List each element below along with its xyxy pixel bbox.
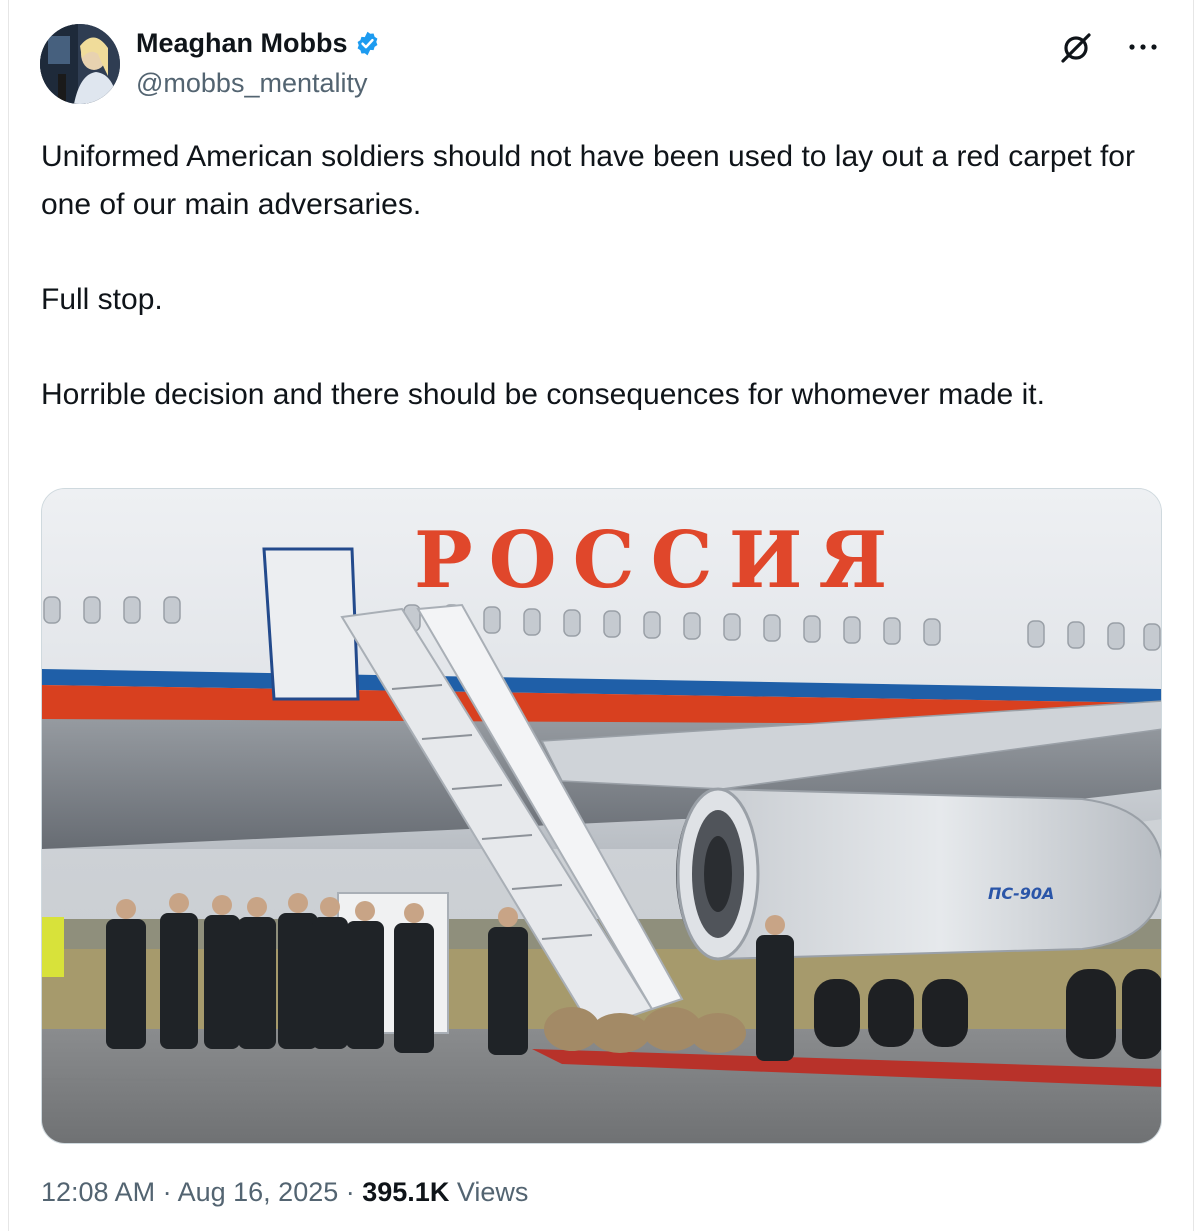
tweet-paragraph: Horrible decision and there should be co… xyxy=(41,377,1045,411)
tweet-header: Meaghan Mobbs @mobbs_mentality xyxy=(40,24,1160,108)
views-count: 395.1K xyxy=(362,1177,450,1207)
grok-icon[interactable] xyxy=(1058,30,1094,66)
engine-text: ПС-90А xyxy=(988,884,1054,903)
tweet-metadata: 12:08 AM · Aug 16, 2025 · 395.1K Views xyxy=(41,1177,528,1208)
tweet-media-image[interactable]: РОССИЯ ПС-90А xyxy=(41,488,1162,1144)
tweet-paragraph: Uniformed American soldiers should not h… xyxy=(41,140,1135,221)
more-options-icon[interactable] xyxy=(1126,32,1160,62)
verified-badge-icon xyxy=(354,30,381,57)
airplane-photo: РОССИЯ ПС-90А xyxy=(42,489,1161,1143)
tweet-text: Uniformed American soldiers should not h… xyxy=(41,133,1161,418)
name-row: Meaghan Mobbs xyxy=(136,28,381,59)
tweet-time[interactable]: 12:08 AM xyxy=(41,1177,155,1207)
tweet-paragraph: Full stop. xyxy=(41,282,163,316)
meta-separator: · xyxy=(338,1177,363,1207)
tweet-date[interactable]: Aug 16, 2025 xyxy=(178,1177,339,1207)
fuselage-text: РОССИЯ xyxy=(414,515,903,606)
author-display-name[interactable]: Meaghan Mobbs xyxy=(136,28,348,59)
views-label: Views xyxy=(449,1177,529,1207)
meta-separator: · xyxy=(155,1177,178,1207)
author-handle[interactable]: @mobbs_mentality xyxy=(136,68,368,99)
author-avatar[interactable] xyxy=(40,24,120,104)
